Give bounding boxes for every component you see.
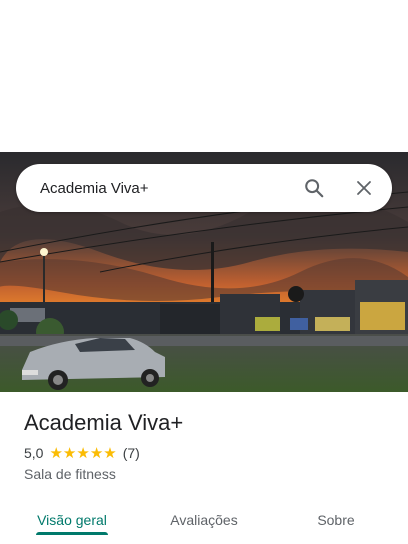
rating-value: 5,0 [24,445,44,461]
review-count[interactable]: (7) [123,445,140,461]
star-rating: ★ ★ ★ ★ ★ [49,446,116,461]
tab-reviews[interactable]: Avaliações [144,500,264,540]
search-input[interactable]: Academia Viva+ [16,180,294,197]
close-button[interactable] [344,168,384,208]
star-icon: ★ [103,444,117,462]
star-icon: ★ [76,444,90,462]
active-tab-indicator [36,532,108,535]
place-info-panel: Academia Viva+ 5,0 ★ ★ ★ ★ ★ (7) Sala de… [0,392,408,544]
map-area-blank [0,0,408,152]
search-icon [305,179,324,198]
tab-about[interactable]: Sobre [276,500,396,540]
star-icon: ★ [89,444,104,462]
place-title: Academia Viva+ [24,410,184,435]
place-category: Sala de fitness [24,466,116,482]
star-icon: ★ [62,444,77,462]
search-button[interactable] [294,168,334,208]
star-icon: ★ [49,444,63,462]
search-bar[interactable]: Academia Viva+ [16,164,392,212]
close-icon [357,181,371,195]
rating-row[interactable]: 5,0 ★ ★ ★ ★ ★ (7) [24,445,140,461]
